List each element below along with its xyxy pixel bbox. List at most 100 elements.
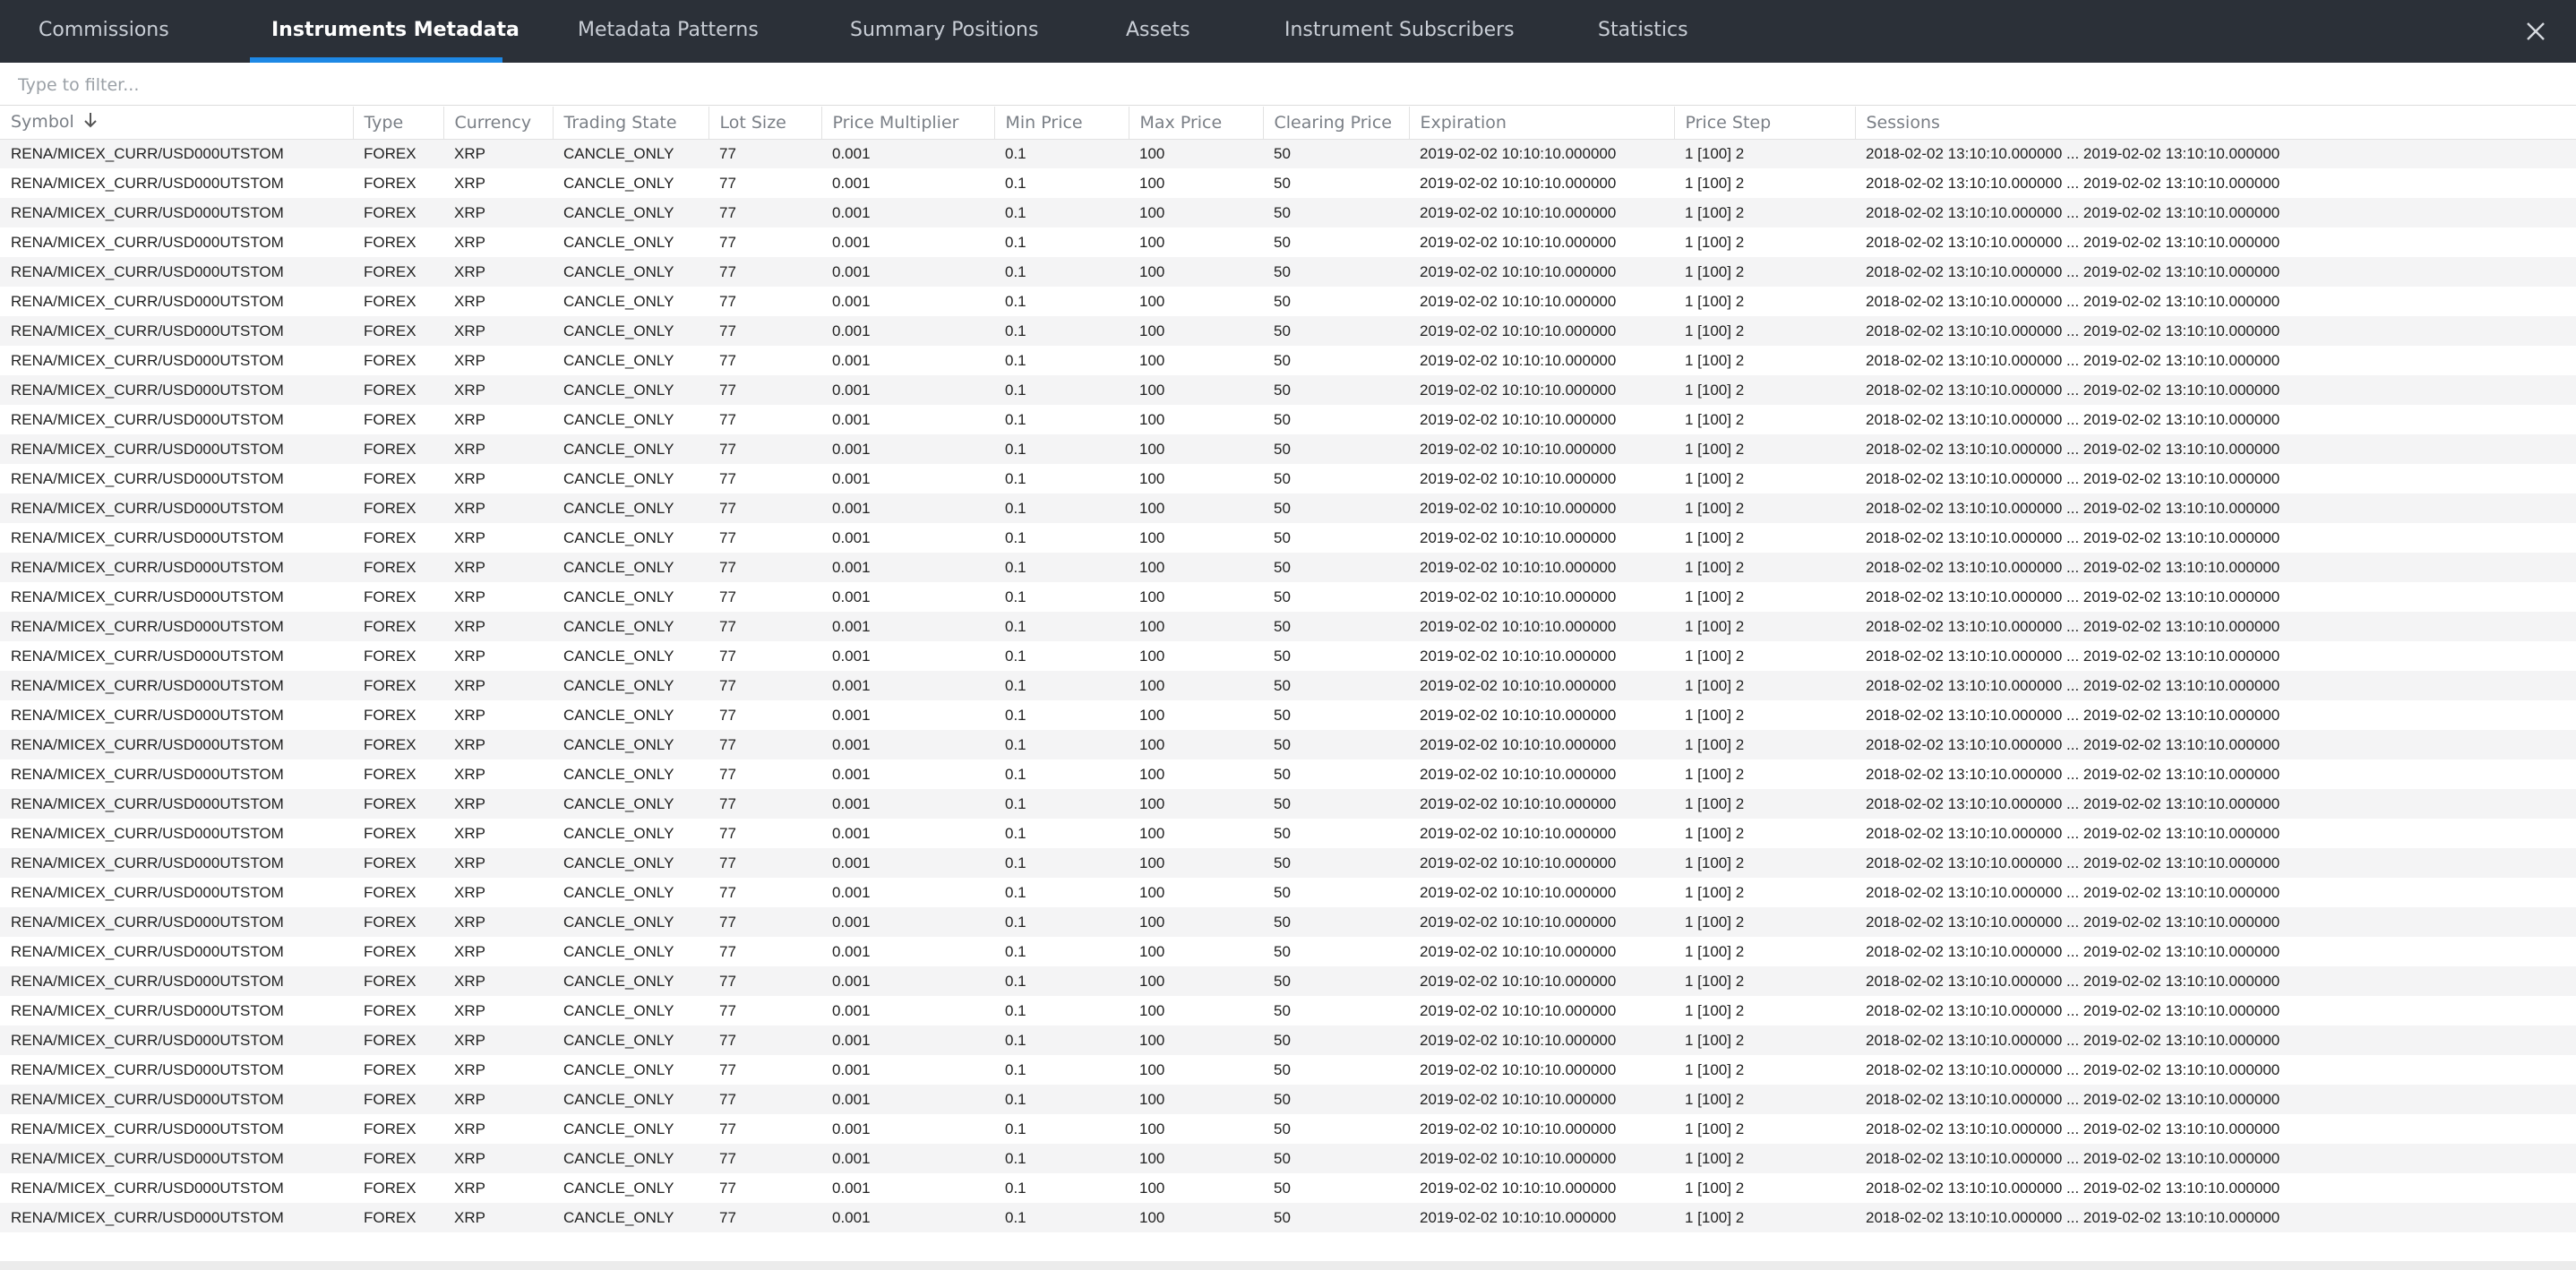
table-row[interactable]: RENA/MICEX_CURR/USD000UTSTOM FOREX XRP CANC…	[0, 789, 2576, 819]
cell-price-step: 1 [100] 2	[1685, 440, 1745, 458]
close-icon[interactable]	[2519, 14, 2553, 48]
table-row[interactable]: RENA/MICEX_CURR/USD000UTSTOM FOREX XRP CANC…	[0, 434, 2576, 464]
cell-lot-size: 77	[719, 1031, 736, 1049]
tab-instrument-subscribers[interactable]: Instrument Subscribers	[1284, 0, 1515, 63]
table-row[interactable]: RENA/MICEX_CURR/USD000UTSTOM FOREX XRP CANC…	[0, 168, 2576, 198]
table-row[interactable]: RENA/MICEX_CURR/USD000UTSTOM FOREX XRP CANC…	[0, 493, 2576, 523]
cell-sessions: 2018-02-02 13:10:10.000000 ... 2019-02-0…	[1866, 528, 2280, 546]
table-row[interactable]: RENA/MICEX_CURR/USD000UTSTOM FOREX XRP CANC…	[0, 700, 2576, 730]
filter-input[interactable]	[16, 70, 2528, 100]
table-row[interactable]: RENA/MICEX_CURR/USD000UTSTOM FOREX XRP CANC…	[0, 1144, 2576, 1173]
cell-lot-size: 77	[719, 1179, 736, 1197]
tab-instruments-metadata[interactable]: Instruments Metadata	[271, 0, 519, 63]
cell-price-multiplier: 0.001	[832, 706, 871, 724]
column-header-min-price[interactable]: Min Price	[994, 107, 1129, 140]
tab-commissions[interactable]: Commissions	[39, 0, 169, 63]
table-row[interactable]: RENA/MICEX_CURR/USD000UTSTOM FOREX XRP CANC…	[0, 1114, 2576, 1144]
cell-price-multiplier: 0.001	[832, 174, 871, 192]
cell-sessions: 2018-02-02 13:10:10.000000 ... 2019-02-0…	[1866, 617, 2280, 635]
cell-type: FOREX	[364, 558, 416, 576]
table-row[interactable]: RENA/MICEX_CURR/USD000UTSTOM FOREX XRP CANC…	[0, 227, 2576, 257]
cell-expiration: 2019-02-02 10:10:10.000000	[1420, 292, 1617, 310]
table-row[interactable]: RENA/MICEX_CURR/USD000UTSTOM FOREX XRP CANC…	[0, 612, 2576, 641]
cell-min-price: 0.1	[1005, 676, 1026, 694]
cell-price-multiplier: 0.001	[832, 794, 871, 812]
table-row[interactable]: RENA/MICEX_CURR/USD000UTSTOM FOREX XRP CANC…	[0, 1203, 2576, 1232]
table-row[interactable]: RENA/MICEX_CURR/USD000UTSTOM FOREX XRP CANC…	[0, 405, 2576, 434]
table-row[interactable]: RENA/MICEX_CURR/USD000UTSTOM FOREX XRP CANC…	[0, 1025, 2576, 1055]
cell-type: FOREX	[364, 735, 416, 753]
table-row[interactable]: RENA/MICEX_CURR/USD000UTSTOM FOREX XRP CANC…	[0, 848, 2576, 878]
cell-type: FOREX	[364, 942, 416, 960]
cell-clearing-price: 50	[1274, 735, 1291, 753]
tab-statistics[interactable]: Statistics	[1598, 0, 1688, 63]
table-row[interactable]: RENA/MICEX_CURR/USD000UTSTOM FOREX XRP CANC…	[0, 819, 2576, 848]
table-row[interactable]: RENA/MICEX_CURR/USD000UTSTOM FOREX XRP CANC…	[0, 375, 2576, 405]
table-row[interactable]: RENA/MICEX_CURR/USD000UTSTOM FOREX XRP CANC…	[0, 582, 2576, 612]
column-header-lot-size[interactable]: Lot Size	[708, 107, 822, 140]
table-row[interactable]: RENA/MICEX_CURR/USD000UTSTOM FOREX XRP CANC…	[0, 139, 2576, 168]
column-header-type[interactable]: Type	[353, 107, 444, 140]
column-header-trading-state[interactable]: Trading State	[553, 107, 709, 140]
tab-metadata-patterns[interactable]: Metadata Patterns	[578, 0, 759, 63]
cell-price-step: 1 [100] 2	[1685, 972, 1745, 990]
table-row[interactable]: RENA/MICEX_CURR/USD000UTSTOM FOREX XRP CANC…	[0, 464, 2576, 493]
table-row[interactable]: RENA/MICEX_CURR/USD000UTSTOM FOREX XRP CANC…	[0, 878, 2576, 907]
table-row[interactable]: RENA/MICEX_CURR/USD000UTSTOM FOREX XRP CANC…	[0, 641, 2576, 671]
cell-max-price: 100	[1139, 765, 1165, 783]
table-row[interactable]: RENA/MICEX_CURR/USD000UTSTOM FOREX XRP CANC…	[0, 937, 2576, 966]
table-row[interactable]: RENA/MICEX_CURR/USD000UTSTOM FOREX XRP CANC…	[0, 316, 2576, 346]
cell-clearing-price: 50	[1274, 913, 1291, 931]
cell-price-multiplier: 0.001	[832, 1208, 871, 1226]
table-row[interactable]: RENA/MICEX_CURR/USD000UTSTOM FOREX XRP CANC…	[0, 907, 2576, 937]
cell-price-multiplier: 0.001	[832, 233, 871, 251]
table-row[interactable]: RENA/MICEX_CURR/USD000UTSTOM FOREX XRP CANC…	[0, 1173, 2576, 1203]
cell-expiration: 2019-02-02 10:10:10.000000	[1420, 174, 1617, 192]
table-row[interactable]: RENA/MICEX_CURR/USD000UTSTOM FOREX XRP CANC…	[0, 257, 2576, 287]
table-row[interactable]: RENA/MICEX_CURR/USD000UTSTOM FOREX XRP CANC…	[0, 553, 2576, 582]
cell-currency: XRP	[454, 1060, 485, 1078]
column-header-symbol[interactable]: Symbol	[0, 107, 354, 140]
cell-symbol: RENA/MICEX_CURR/USD000UTSTOM	[11, 1060, 284, 1078]
table-row[interactable]: RENA/MICEX_CURR/USD000UTSTOM FOREX XRP CANC…	[0, 1085, 2576, 1114]
column-header-price-multiplier[interactable]: Price Multiplier	[821, 107, 995, 140]
table-row[interactable]: RENA/MICEX_CURR/USD000UTSTOM FOREX XRP CANC…	[0, 1055, 2576, 1085]
table-row[interactable]: RENA/MICEX_CURR/USD000UTSTOM FOREX XRP CANC…	[0, 759, 2576, 789]
column-header-sessions[interactable]: Sessions	[1855, 107, 2576, 140]
table-row[interactable]: RENA/MICEX_CURR/USD000UTSTOM FOREX XRP CANC…	[0, 287, 2576, 316]
cell-sessions: 2018-02-02 13:10:10.000000 ... 2019-02-0…	[1866, 883, 2280, 901]
tab-summary-positions[interactable]: Summary Positions	[850, 0, 1038, 63]
cell-type: FOREX	[364, 1090, 416, 1108]
table-row[interactable]: RENA/MICEX_CURR/USD000UTSTOM FOREX XRP CANC…	[0, 996, 2576, 1025]
table-row[interactable]: RENA/MICEX_CURR/USD000UTSTOM FOREX XRP CANC…	[0, 523, 2576, 553]
column-header-currency[interactable]: Currency	[443, 107, 554, 140]
cell-symbol: RENA/MICEX_CURR/USD000UTSTOM	[11, 381, 284, 399]
column-header-max-price[interactable]: Max Price	[1129, 107, 1264, 140]
cell-price-step: 1 [100] 2	[1685, 351, 1745, 369]
table-row[interactable]: RENA/MICEX_CURR/USD000UTSTOM FOREX XRP CANC…	[0, 346, 2576, 375]
cell-lot-size: 77	[719, 617, 736, 635]
cell-symbol: RENA/MICEX_CURR/USD000UTSTOM	[11, 824, 284, 842]
table-row[interactable]: RENA/MICEX_CURR/USD000UTSTOM FOREX XRP CANC…	[0, 198, 2576, 227]
cell-price-step: 1 [100] 2	[1685, 1179, 1745, 1197]
cell-trading-state: CANCLE_ONLY	[563, 203, 674, 221]
column-header-clearing-price[interactable]: Clearing Price	[1263, 107, 1410, 140]
tab-bar: Commissions Instruments Metadata Metadat…	[0, 0, 2576, 63]
table-row[interactable]: RENA/MICEX_CURR/USD000UTSTOM FOREX XRP CANC…	[0, 730, 2576, 759]
cell-sessions: 2018-02-02 13:10:10.000000 ... 2019-02-0…	[1866, 144, 2280, 162]
column-header-expiration[interactable]: Expiration	[1409, 107, 1675, 140]
cell-clearing-price: 50	[1274, 824, 1291, 842]
column-header-price-step[interactable]: Price Step	[1674, 107, 1856, 140]
tab-assets[interactable]: Assets	[1126, 0, 1190, 63]
cell-price-multiplier: 0.001	[832, 292, 871, 310]
cell-sessions: 2018-02-02 13:10:10.000000 ... 2019-02-0…	[1866, 410, 2280, 428]
cell-type: FOREX	[364, 706, 416, 724]
horizontal-scrollbar[interactable]	[0, 1261, 2576, 1270]
cell-price-step: 1 [100] 2	[1685, 942, 1745, 960]
cell-price-multiplier: 0.001	[832, 381, 871, 399]
table-row[interactable]: RENA/MICEX_CURR/USD000UTSTOM FOREX XRP CANC…	[0, 671, 2576, 700]
cell-lot-size: 77	[719, 322, 736, 339]
cell-trading-state: CANCLE_ONLY	[563, 588, 674, 605]
table-row[interactable]: RENA/MICEX_CURR/USD000UTSTOM FOREX XRP CANC…	[0, 966, 2576, 996]
cell-symbol: RENA/MICEX_CURR/USD000UTSTOM	[11, 322, 284, 339]
